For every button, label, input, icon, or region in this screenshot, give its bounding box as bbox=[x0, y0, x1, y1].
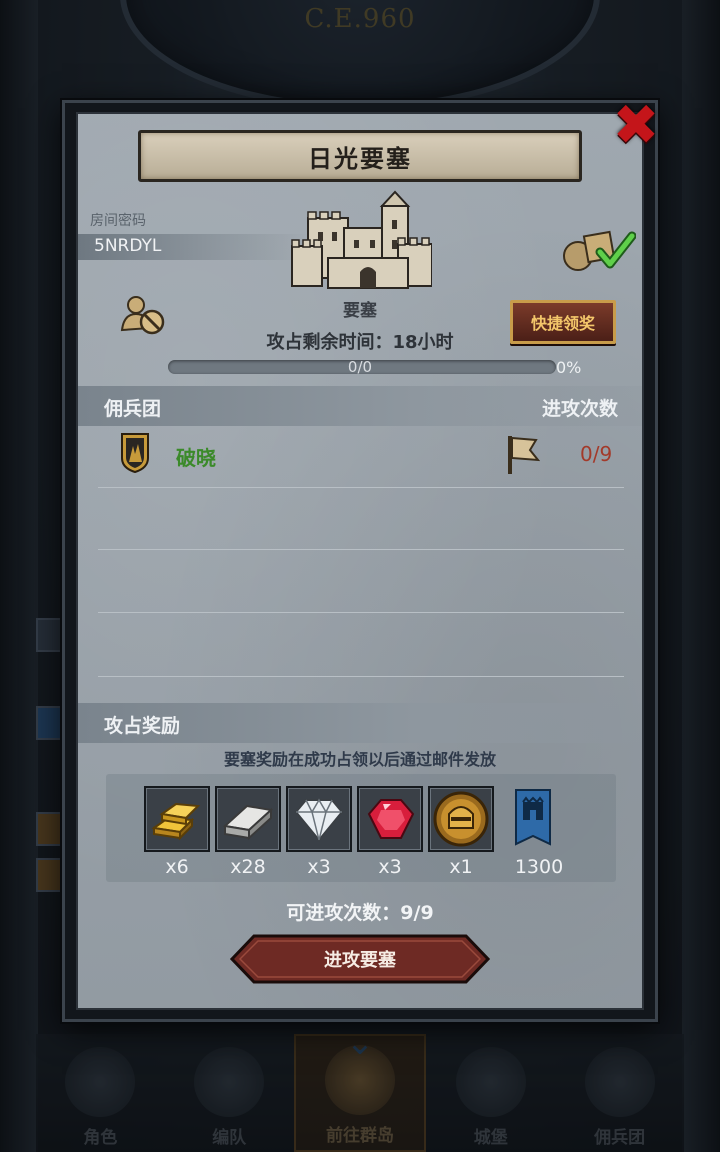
mercenary-attack-count: 0/9 bbox=[580, 442, 613, 466]
reward-item-diamond[interactable] bbox=[286, 786, 352, 852]
silver-bar-icon bbox=[222, 804, 274, 841]
remaining-attempts: 可进攻次数：9/9 bbox=[286, 902, 434, 924]
reward-item-guild-points[interactable] bbox=[506, 786, 560, 852]
mercenary-name: 破晓 bbox=[176, 446, 216, 470]
reward-qty: x1 bbox=[449, 856, 473, 878]
title-banner: 日光要塞 bbox=[138, 130, 582, 182]
ruby-icon bbox=[367, 799, 415, 839]
reward-section-header: 攻占奖励 bbox=[78, 703, 642, 743]
reward-note: 要塞奖励在成功占领以后通过邮件发放 bbox=[223, 750, 496, 769]
reward-qty: 1300 bbox=[514, 856, 564, 878]
mercenary-row[interactable]: 破晓 0/9 bbox=[78, 424, 642, 488]
close-button[interactable]: ✖ bbox=[606, 96, 666, 156]
fortress-icon bbox=[291, 190, 432, 289]
reward-header-label: 攻占奖励 bbox=[104, 715, 181, 737]
row-divider bbox=[98, 612, 624, 613]
close-icon: ✖ bbox=[612, 93, 660, 158]
progress-text: 0/0 bbox=[347, 358, 373, 376]
capture-time-left: 攻占剩余时间：18小时 bbox=[266, 332, 454, 353]
attack-fortress-button[interactable]: 进攻要塞 bbox=[230, 934, 490, 984]
row-divider bbox=[98, 676, 624, 677]
gold-bar-icon bbox=[151, 802, 201, 841]
helmet-coin-icon bbox=[433, 791, 489, 847]
reward-item-helmet[interactable] bbox=[428, 786, 494, 852]
mercenary-header-label: 佣兵团 bbox=[104, 398, 162, 420]
attack-count-header-label: 进攻次数 bbox=[541, 398, 618, 420]
row-divider bbox=[98, 549, 624, 550]
flag-icon bbox=[508, 436, 540, 474]
reward-item-ruby[interactable] bbox=[357, 786, 423, 852]
guild-banner-icon bbox=[515, 789, 551, 846]
reward-item-silver[interactable] bbox=[215, 786, 281, 852]
progress-percent: 0% bbox=[556, 358, 582, 377]
diamond-icon bbox=[294, 798, 344, 842]
fortress-label: 要塞 bbox=[343, 301, 377, 321]
room-password-label: 房间密码 bbox=[90, 213, 146, 229]
reward-bags-check-icon[interactable] bbox=[560, 226, 636, 272]
attack-button-label: 进攻要塞 bbox=[324, 950, 396, 971]
mercenary-section-header: 佣兵团 进攻次数 bbox=[78, 386, 642, 426]
row-divider bbox=[98, 487, 624, 488]
room-code[interactable]: 5NRDYL bbox=[94, 236, 161, 256]
guild-shield-icon bbox=[121, 433, 149, 474]
dialog-title: 日光要塞 bbox=[308, 144, 412, 173]
reward-item-gold[interactable] bbox=[144, 786, 210, 852]
